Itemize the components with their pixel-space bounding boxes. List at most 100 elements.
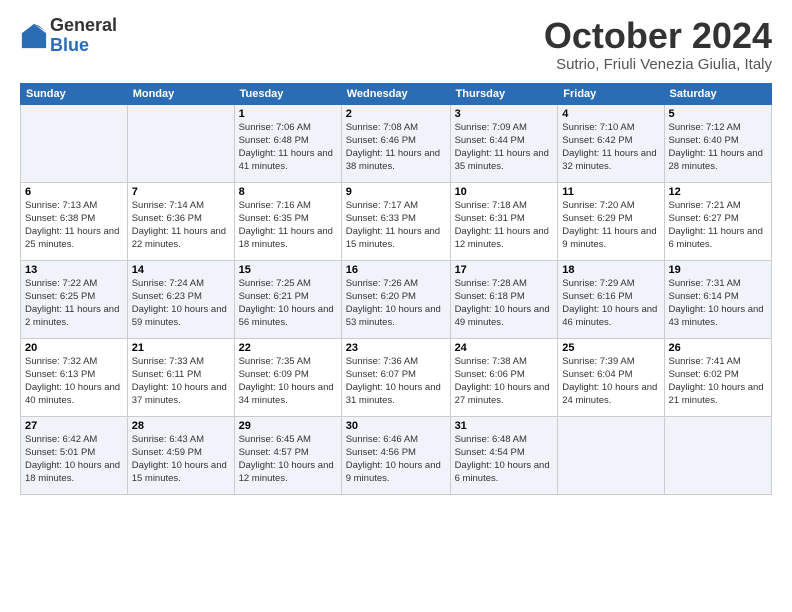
calendar-cell: 16Sunrise: 7:26 AM Sunset: 6:20 PM Dayli… <box>341 260 450 338</box>
weekday-header-friday: Friday <box>558 83 664 104</box>
day-number: 24 <box>455 342 554 354</box>
day-detail: Sunrise: 6:43 AM Sunset: 4:59 PM Dayligh… <box>132 433 230 486</box>
day-number: 19 <box>669 264 768 276</box>
day-detail: Sunrise: 7:09 AM Sunset: 6:44 PM Dayligh… <box>455 121 554 174</box>
calendar-cell: 20Sunrise: 7:32 AM Sunset: 6:13 PM Dayli… <box>21 338 128 416</box>
calendar-cell: 10Sunrise: 7:18 AM Sunset: 6:31 PM Dayli… <box>450 182 558 260</box>
day-detail: Sunrise: 7:24 AM Sunset: 6:23 PM Dayligh… <box>132 277 230 330</box>
day-detail: Sunrise: 6:48 AM Sunset: 4:54 PM Dayligh… <box>455 433 554 486</box>
day-number: 16 <box>346 264 446 276</box>
day-detail: Sunrise: 7:21 AM Sunset: 6:27 PM Dayligh… <box>669 199 768 252</box>
calendar-cell: 3Sunrise: 7:09 AM Sunset: 6:44 PM Daylig… <box>450 104 558 182</box>
day-detail: Sunrise: 7:14 AM Sunset: 6:36 PM Dayligh… <box>132 199 230 252</box>
title-block: October 2024 Sutrio, Friuli Venezia Giul… <box>544 16 772 73</box>
day-detail: Sunrise: 7:28 AM Sunset: 6:18 PM Dayligh… <box>455 277 554 330</box>
day-number: 2 <box>346 108 446 120</box>
calendar-cell: 31Sunrise: 6:48 AM Sunset: 4:54 PM Dayli… <box>450 416 558 494</box>
day-detail: Sunrise: 7:31 AM Sunset: 6:14 PM Dayligh… <box>669 277 768 330</box>
weekday-header-tuesday: Tuesday <box>234 83 341 104</box>
day-number: 30 <box>346 420 446 432</box>
day-detail: Sunrise: 7:18 AM Sunset: 6:31 PM Dayligh… <box>455 199 554 252</box>
day-detail: Sunrise: 7:33 AM Sunset: 6:11 PM Dayligh… <box>132 355 230 408</box>
calendar-cell: 19Sunrise: 7:31 AM Sunset: 6:14 PM Dayli… <box>664 260 772 338</box>
calendar-page: General Blue October 2024 Sutrio, Friuli… <box>0 0 792 507</box>
calendar-cell: 9Sunrise: 7:17 AM Sunset: 6:33 PM Daylig… <box>341 182 450 260</box>
logo-icon <box>20 22 48 50</box>
day-detail: Sunrise: 7:10 AM Sunset: 6:42 PM Dayligh… <box>562 121 659 174</box>
day-number: 11 <box>562 186 659 198</box>
day-detail: Sunrise: 7:26 AM Sunset: 6:20 PM Dayligh… <box>346 277 446 330</box>
month-title: October 2024 <box>544 16 772 56</box>
day-detail: Sunrise: 7:32 AM Sunset: 6:13 PM Dayligh… <box>25 355 123 408</box>
calendar-cell: 28Sunrise: 6:43 AM Sunset: 4:59 PM Dayli… <box>127 416 234 494</box>
day-number: 18 <box>562 264 659 276</box>
day-number: 7 <box>132 186 230 198</box>
day-number: 29 <box>239 420 337 432</box>
calendar-cell <box>558 416 664 494</box>
day-number: 15 <box>239 264 337 276</box>
day-number: 26 <box>669 342 768 354</box>
logo-blue: Blue <box>50 36 117 56</box>
day-detail: Sunrise: 7:38 AM Sunset: 6:06 PM Dayligh… <box>455 355 554 408</box>
day-number: 1 <box>239 108 337 120</box>
day-number: 5 <box>669 108 768 120</box>
day-detail: Sunrise: 7:08 AM Sunset: 6:46 PM Dayligh… <box>346 121 446 174</box>
week-row-3: 13Sunrise: 7:22 AM Sunset: 6:25 PM Dayli… <box>21 260 772 338</box>
calendar-cell: 22Sunrise: 7:35 AM Sunset: 6:09 PM Dayli… <box>234 338 341 416</box>
day-detail: Sunrise: 6:45 AM Sunset: 4:57 PM Dayligh… <box>239 433 337 486</box>
calendar-cell: 1Sunrise: 7:06 AM Sunset: 6:48 PM Daylig… <box>234 104 341 182</box>
calendar-cell: 21Sunrise: 7:33 AM Sunset: 6:11 PM Dayli… <box>127 338 234 416</box>
calendar-cell: 29Sunrise: 6:45 AM Sunset: 4:57 PM Dayli… <box>234 416 341 494</box>
calendar-cell: 14Sunrise: 7:24 AM Sunset: 6:23 PM Dayli… <box>127 260 234 338</box>
calendar-cell <box>21 104 128 182</box>
header: General Blue October 2024 Sutrio, Friuli… <box>20 16 772 73</box>
weekday-header-sunday: Sunday <box>21 83 128 104</box>
calendar-cell: 15Sunrise: 7:25 AM Sunset: 6:21 PM Dayli… <box>234 260 341 338</box>
calendar-cell: 24Sunrise: 7:38 AM Sunset: 6:06 PM Dayli… <box>450 338 558 416</box>
calendar-cell: 26Sunrise: 7:41 AM Sunset: 6:02 PM Dayli… <box>664 338 772 416</box>
day-number: 3 <box>455 108 554 120</box>
weekday-header-thursday: Thursday <box>450 83 558 104</box>
calendar-cell: 18Sunrise: 7:29 AM Sunset: 6:16 PM Dayli… <box>558 260 664 338</box>
day-detail: Sunrise: 7:39 AM Sunset: 6:04 PM Dayligh… <box>562 355 659 408</box>
day-detail: Sunrise: 7:36 AM Sunset: 6:07 PM Dayligh… <box>346 355 446 408</box>
weekday-header-saturday: Saturday <box>664 83 772 104</box>
calendar-table: SundayMondayTuesdayWednesdayThursdayFrid… <box>20 83 772 495</box>
calendar-cell: 13Sunrise: 7:22 AM Sunset: 6:25 PM Dayli… <box>21 260 128 338</box>
day-number: 23 <box>346 342 446 354</box>
calendar-cell: 6Sunrise: 7:13 AM Sunset: 6:38 PM Daylig… <box>21 182 128 260</box>
logo-general: General <box>50 16 117 36</box>
day-number: 22 <box>239 342 337 354</box>
calendar-cell: 7Sunrise: 7:14 AM Sunset: 6:36 PM Daylig… <box>127 182 234 260</box>
calendar-cell: 27Sunrise: 6:42 AM Sunset: 5:01 PM Dayli… <box>21 416 128 494</box>
week-row-2: 6Sunrise: 7:13 AM Sunset: 6:38 PM Daylig… <box>21 182 772 260</box>
calendar-cell: 25Sunrise: 7:39 AM Sunset: 6:04 PM Dayli… <box>558 338 664 416</box>
logo: General Blue <box>20 16 117 56</box>
calendar-cell: 11Sunrise: 7:20 AM Sunset: 6:29 PM Dayli… <box>558 182 664 260</box>
day-number: 12 <box>669 186 768 198</box>
day-number: 4 <box>562 108 659 120</box>
day-detail: Sunrise: 7:16 AM Sunset: 6:35 PM Dayligh… <box>239 199 337 252</box>
day-number: 14 <box>132 264 230 276</box>
week-row-4: 20Sunrise: 7:32 AM Sunset: 6:13 PM Dayli… <box>21 338 772 416</box>
calendar-cell: 12Sunrise: 7:21 AM Sunset: 6:27 PM Dayli… <box>664 182 772 260</box>
day-detail: Sunrise: 6:42 AM Sunset: 5:01 PM Dayligh… <box>25 433 123 486</box>
day-number: 20 <box>25 342 123 354</box>
day-number: 10 <box>455 186 554 198</box>
weekday-header-row: SundayMondayTuesdayWednesdayThursdayFrid… <box>21 83 772 104</box>
day-detail: Sunrise: 7:41 AM Sunset: 6:02 PM Dayligh… <box>669 355 768 408</box>
calendar-cell: 8Sunrise: 7:16 AM Sunset: 6:35 PM Daylig… <box>234 182 341 260</box>
week-row-5: 27Sunrise: 6:42 AM Sunset: 5:01 PM Dayli… <box>21 416 772 494</box>
day-detail: Sunrise: 7:35 AM Sunset: 6:09 PM Dayligh… <box>239 355 337 408</box>
calendar-cell: 5Sunrise: 7:12 AM Sunset: 6:40 PM Daylig… <box>664 104 772 182</box>
calendar-cell: 23Sunrise: 7:36 AM Sunset: 6:07 PM Dayli… <box>341 338 450 416</box>
calendar-cell: 4Sunrise: 7:10 AM Sunset: 6:42 PM Daylig… <box>558 104 664 182</box>
location: Sutrio, Friuli Venezia Giulia, Italy <box>544 56 772 73</box>
day-number: 8 <box>239 186 337 198</box>
day-detail: Sunrise: 7:22 AM Sunset: 6:25 PM Dayligh… <box>25 277 123 330</box>
day-detail: Sunrise: 7:20 AM Sunset: 6:29 PM Dayligh… <box>562 199 659 252</box>
day-number: 17 <box>455 264 554 276</box>
calendar-cell <box>127 104 234 182</box>
day-detail: Sunrise: 7:17 AM Sunset: 6:33 PM Dayligh… <box>346 199 446 252</box>
weekday-header-monday: Monday <box>127 83 234 104</box>
